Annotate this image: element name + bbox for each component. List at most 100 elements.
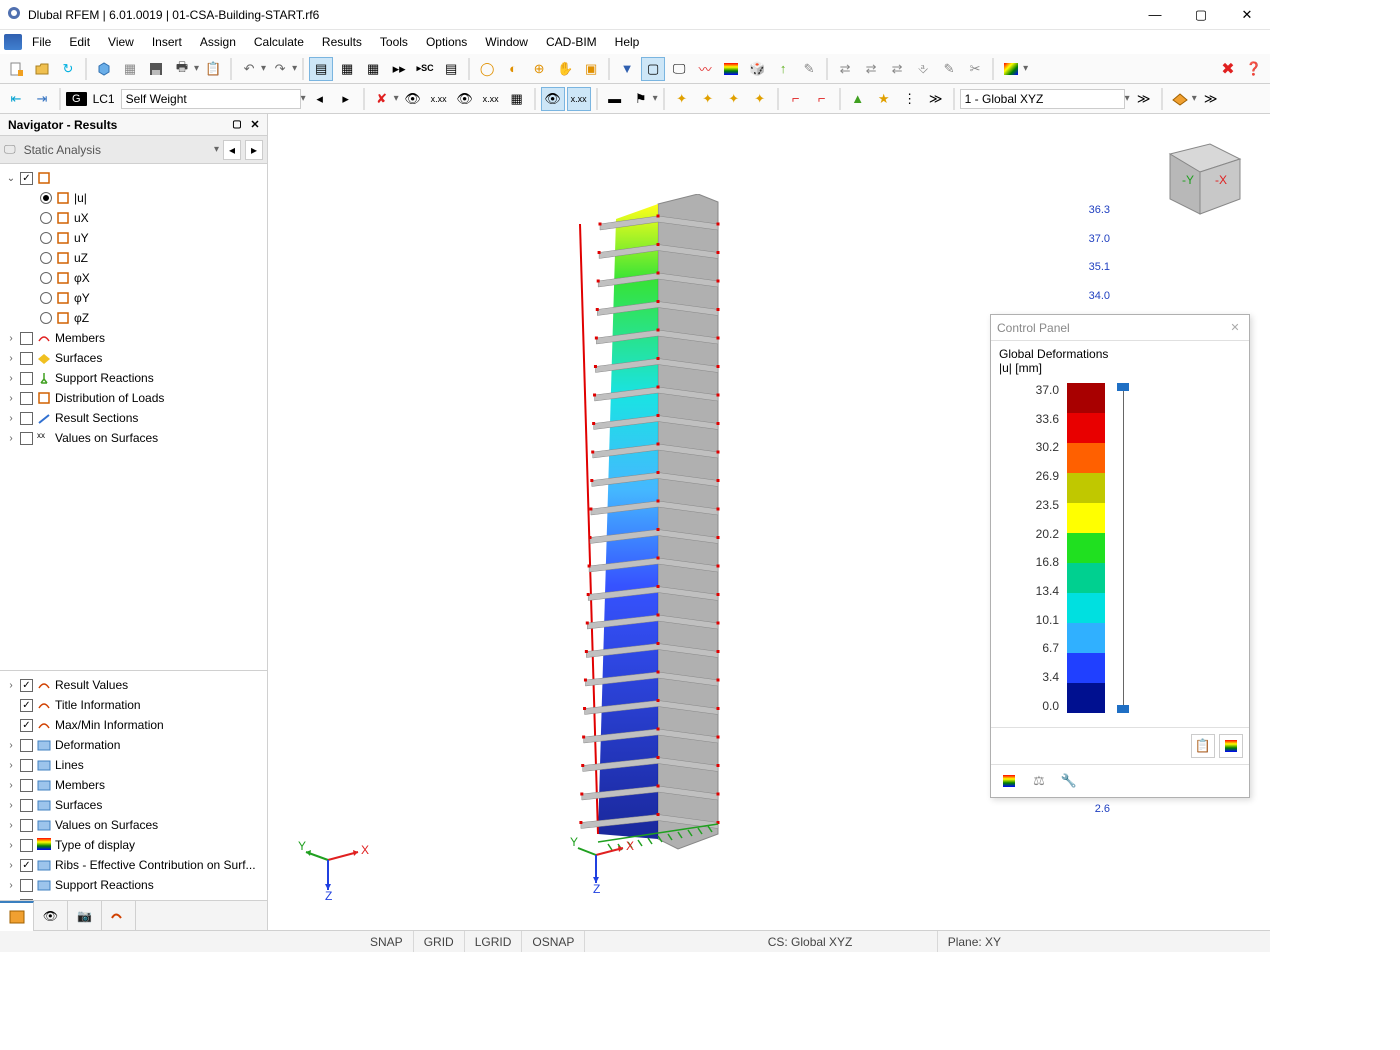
tree-distribution-loads[interactable]: Distribution of Loads — [55, 391, 164, 405]
menu-file[interactable]: File — [24, 32, 59, 52]
filter-icon[interactable]: ▼ — [615, 57, 639, 81]
lasso-icon[interactable]: ◯ — [475, 57, 499, 81]
tree-item-|u|[interactable]: |u| — [2, 188, 265, 208]
cp-copy-icon[interactable]: 📋 — [1191, 734, 1215, 758]
cube-icon[interactable]: ▦ — [118, 57, 142, 81]
coord-system-dropdown[interactable] — [960, 89, 1125, 109]
eye2-icon[interactable]: 👁 — [453, 87, 477, 111]
column-icon[interactable]: ▬ — [603, 87, 627, 111]
next-lc-icon[interactable]: ▸ — [334, 87, 358, 111]
chk[interactable] — [20, 699, 33, 712]
tree-item-φZ[interactable]: φZ — [2, 308, 265, 328]
minimize-button[interactable]: — — [1132, 0, 1178, 30]
undo-icon[interactable]: ↶ — [237, 57, 261, 81]
chk[interactable] — [20, 879, 33, 892]
collapse-icon[interactable]: ⌄ — [6, 173, 16, 183]
run-icon[interactable]: ▸▸ — [387, 57, 411, 81]
radio-uZ[interactable] — [40, 252, 52, 264]
nav-tab-results[interactable] — [102, 901, 136, 931]
table2-icon[interactable]: ▦ — [335, 57, 359, 81]
spark2-icon[interactable]: ✦ — [696, 87, 720, 111]
lc-expand-icon[interactable]: ▾ — [301, 93, 306, 104]
lc-dropdown[interactable] — [121, 89, 301, 109]
chk[interactable] — [20, 819, 33, 832]
menu-cadbim[interactable]: CAD-BIM — [538, 32, 605, 52]
disp-item[interactable]: Max/Min Information — [2, 715, 265, 735]
dots-icon[interactable]: ⋮ — [898, 87, 922, 111]
chk-surfaces[interactable] — [20, 352, 33, 365]
tree-result-sections[interactable]: Result Sections — [55, 411, 138, 425]
disp-item[interactable]: ›Surfaces — [2, 795, 265, 815]
redo-icon[interactable]: ↷ — [268, 57, 292, 81]
stop-icon[interactable]: ✖ — [1216, 57, 1240, 81]
menu-view[interactable]: View — [100, 32, 142, 52]
chk[interactable] — [20, 839, 33, 852]
tree-members[interactable]: Members — [55, 331, 105, 345]
chk-global-def[interactable] — [20, 172, 33, 185]
radio-uY[interactable] — [40, 232, 52, 244]
chk-members[interactable] — [20, 332, 33, 345]
star-icon[interactable]: ★ — [872, 87, 896, 111]
tree-item-uX[interactable]: uX — [2, 208, 265, 228]
nav-next-icon[interactable]: ▸ — [245, 140, 263, 160]
spark1-icon[interactable]: ✦ — [670, 87, 694, 111]
print-icon[interactable]: 🖶 — [170, 57, 194, 81]
tree-item-uZ[interactable]: uZ — [2, 248, 265, 268]
chk[interactable] — [20, 759, 33, 772]
expand-icon[interactable]: › — [6, 413, 16, 423]
disp-item[interactable]: ›Members — [2, 775, 265, 795]
sc-icon[interactable]: ▸SC — [413, 57, 437, 81]
plane-icon[interactable] — [1168, 87, 1192, 111]
rainbow-icon[interactable] — [999, 57, 1023, 81]
view-cube[interactable]: -Y -X — [1150, 134, 1250, 224]
dice-icon[interactable]: 🎲 — [745, 57, 769, 81]
pin-icon[interactable]: ▢ — [229, 117, 245, 133]
cp-tab-scale-icon[interactable] — [997, 769, 1021, 793]
overflow3-icon[interactable]: ≫ — [1199, 87, 1223, 111]
cp-close-icon[interactable]: ✕ — [1227, 320, 1243, 336]
radio-φZ[interactable] — [40, 312, 52, 324]
pencil-icon[interactable]: ✎ — [937, 57, 961, 81]
eye3-icon[interactable]: 👁 — [541, 87, 565, 111]
doc-icon[interactable]: ▤ — [439, 57, 463, 81]
tree-item-φX[interactable]: φX — [2, 268, 265, 288]
grid-icon[interactable]: ▦ — [361, 57, 385, 81]
clipboard-icon[interactable]: 📋 — [201, 57, 225, 81]
xxx1-icon[interactable]: x.xx — [427, 87, 451, 111]
menu-options[interactable]: Options — [418, 32, 475, 52]
menu-help[interactable]: Help — [607, 32, 648, 52]
wire2-icon[interactable]: ⇄ — [859, 57, 883, 81]
menu-assign[interactable]: Assign — [192, 32, 244, 52]
expand-icon[interactable]: › — [6, 780, 16, 790]
grid-small-icon[interactable]: ▦ — [505, 87, 529, 111]
tree-icon[interactable]: ▲ — [846, 87, 870, 111]
tool-a-icon[interactable]: ⇤ — [4, 87, 28, 111]
overflow2-icon[interactable]: ≫ — [1132, 87, 1156, 111]
hand-icon[interactable]: ✋ — [553, 57, 577, 81]
new-file-icon[interactable] — [4, 57, 28, 81]
menu-edit[interactable]: Edit — [61, 32, 98, 52]
menu-results[interactable]: Results — [314, 32, 370, 52]
chk[interactable] — [20, 679, 33, 692]
expand-icon[interactable]: › — [6, 680, 16, 690]
viewport-3d[interactable]: -Y -X — [268, 114, 1270, 930]
disp-item[interactable]: ›Type of display — [2, 835, 265, 855]
chk-values-surf[interactable] — [20, 432, 33, 445]
expand-icon[interactable]: › — [6, 760, 16, 770]
expand-icon[interactable]: › — [6, 880, 16, 890]
status-lgrid[interactable]: LGRID — [465, 931, 523, 952]
save-icon[interactable] — [144, 57, 168, 81]
table-icon[interactable]: ▤ — [309, 57, 333, 81]
disp-item[interactable]: Title Information — [2, 695, 265, 715]
flag-icon[interactable]: ⚑ — [629, 87, 653, 111]
gradient-icon[interactable] — [719, 57, 743, 81]
spark3-icon[interactable]: ✦ — [722, 87, 746, 111]
knife-icon[interactable]: ✂ — [963, 57, 987, 81]
radio-uX[interactable] — [40, 212, 52, 224]
radio-φY[interactable] — [40, 292, 52, 304]
expand-icon[interactable]: › — [6, 333, 16, 343]
tool-b-icon[interactable]: ⇥ — [30, 87, 54, 111]
lasso2-icon[interactable]: ◐ — [501, 57, 525, 81]
chk[interactable] — [20, 799, 33, 812]
menu-insert[interactable]: Insert — [144, 32, 190, 52]
